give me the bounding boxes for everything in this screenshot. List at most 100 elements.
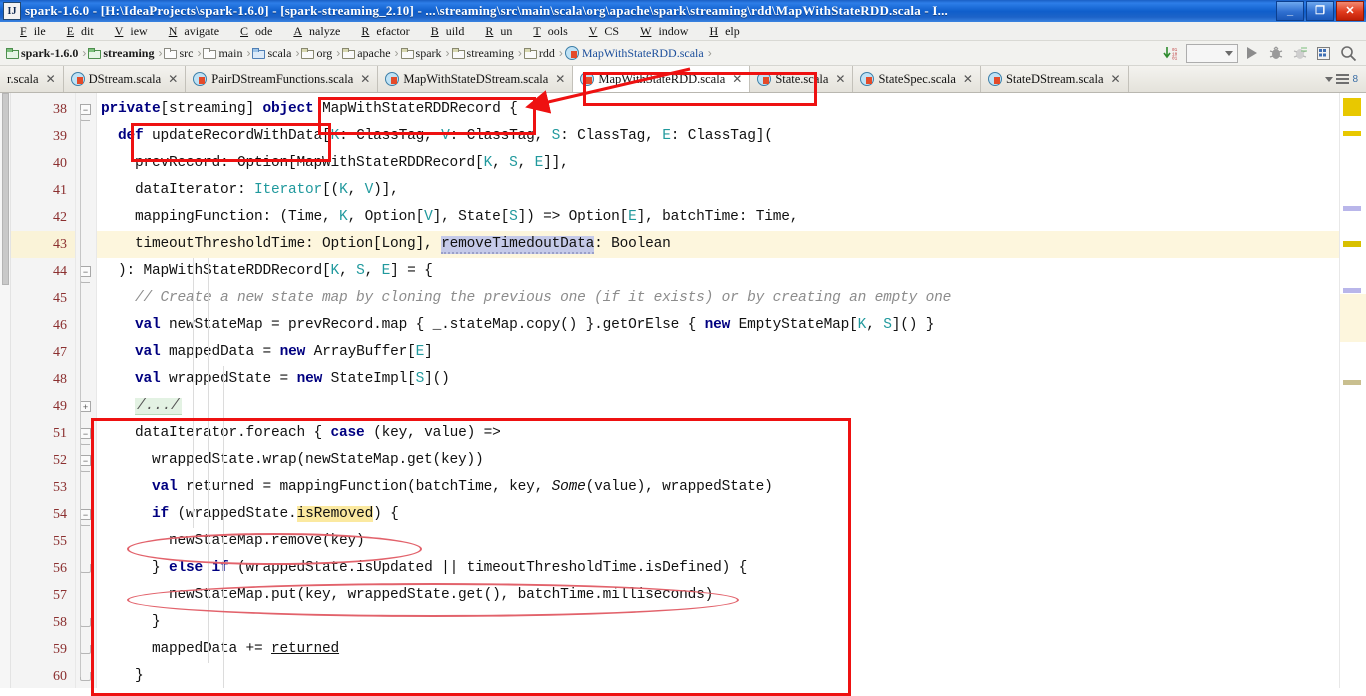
code-line[interactable]: prevRecord: Option[MapWithStateRDDRecord… (101, 150, 569, 177)
warning-stripe[interactable] (1343, 241, 1361, 247)
menu-file[interactable]: File (6, 24, 53, 39)
tab-list-button[interactable]: 8 (1325, 74, 1366, 85)
database-icon[interactable] (1314, 44, 1334, 62)
editor-tab-pairdstreamfunctions-scala[interactable]: PairDStreamFunctions.scala ✕ (186, 66, 379, 92)
menu-help[interactable]: Help (695, 24, 746, 39)
line-number: 59 (53, 642, 67, 657)
editor-tab-dstream-scala[interactable]: DStream.scala ✕ (63, 66, 187, 92)
code-line[interactable]: newStateMap.put(key, wrappedState.get(),… (101, 582, 713, 609)
tab-close-icon[interactable]: ✕ (1111, 72, 1121, 86)
code-token: E (628, 209, 637, 225)
breadcrumb-item-main[interactable]: main (203, 46, 244, 61)
warning-stripe[interactable] (1343, 131, 1361, 136)
fold-region-end-marker[interactable] (80, 672, 91, 681)
tab-close-icon[interactable]: ✕ (555, 72, 565, 86)
fold-collapse-icon[interactable]: − (80, 428, 91, 445)
fold-collapse-icon[interactable]: − (80, 104, 91, 121)
breadcrumb-item-streaming[interactable]: streaming (88, 46, 156, 61)
breadcrumb-item-rdd[interactable]: rdd (523, 46, 557, 61)
code-line[interactable]: if (wrappedState.isRemoved) { (101, 501, 399, 528)
tab-close-icon[interactable]: ✕ (835, 72, 845, 86)
code-line[interactable]: } else if (wrappedState.isUpdated || tim… (101, 555, 747, 582)
editor-tab-r-scala[interactable]: r.scala ✕ (0, 66, 64, 92)
minimize-button[interactable]: _ (1276, 1, 1304, 21)
breadcrumb-item-scala[interactable]: scala (252, 46, 293, 61)
code-token: val (135, 371, 161, 387)
tab-close-icon[interactable]: ✕ (963, 72, 973, 86)
code-line[interactable]: mappedData += returned (101, 636, 339, 663)
search-everywhere-icon[interactable] (1338, 44, 1358, 62)
code-line[interactable]: } (101, 663, 144, 688)
code-line[interactable]: val newStateMap = prevRecord.map { _.sta… (101, 312, 934, 339)
maximize-button[interactable]: ❐ (1306, 1, 1334, 21)
code-line[interactable]: private[streaming] object MapWithStateRD… (101, 96, 518, 123)
breadcrumb-item-streaming[interactable]: streaming (451, 46, 516, 61)
menu-refactor[interactable]: Refactor (347, 24, 416, 39)
breadcrumb-item-src[interactable]: src (164, 46, 195, 61)
vertical-scrollbar-thumb[interactable] (2, 93, 9, 285)
todo-stripe[interactable] (1343, 380, 1361, 385)
editor-tab-mapwithstaterdd-scala[interactable]: MapWithStateRDD.scala ✕ (573, 66, 751, 92)
menu-window[interactable]: Window (626, 24, 695, 39)
code-line[interactable]: mappingFunction: (Time, K, Option[V], St… (101, 204, 798, 231)
breadcrumb-item-mapwithstaterdd-scala[interactable]: MapWithStateRDD.scala (564, 46, 706, 61)
editor-tab-mapwithstatedstream-scala[interactable]: MapWithStateDStream.scala ✕ (378, 66, 574, 92)
debug-icon[interactable] (1266, 44, 1286, 62)
code-line[interactable]: dataIterator: Iterator[(K, V)], (101, 177, 399, 204)
error-stripe-gutter[interactable] (1339, 93, 1366, 688)
menu-navigate[interactable]: Navigate (155, 24, 226, 39)
fold-collapse-icon[interactable]: − (80, 455, 91, 472)
warning-summary-badge[interactable] (1343, 98, 1361, 116)
breadcrumb-item-org[interactable]: org (301, 46, 334, 61)
breadcrumb-item-spark[interactable]: spark (400, 46, 444, 61)
make-project-icon[interactable]: 01 10 01 (1162, 44, 1182, 62)
run-configuration-selector[interactable] (1186, 43, 1238, 63)
occurrence-stripe[interactable] (1343, 206, 1361, 211)
tab-close-icon[interactable]: ✕ (360, 72, 370, 86)
code-line[interactable]: val wrappedState = new StateImpl[S]() (101, 366, 450, 393)
occurrence-stripe[interactable] (1343, 288, 1361, 293)
code-line[interactable]: timeoutThresholdTime: Option[Long], remo… (101, 231, 671, 258)
code-line[interactable]: dataIterator.foreach { case (key, value)… (101, 420, 501, 447)
code-token: : Boolean (594, 236, 671, 252)
close-button[interactable]: ✕ (1336, 1, 1364, 21)
breadcrumb-item-apache[interactable]: apache (342, 46, 392, 61)
code-line[interactable]: wrappedState.wrap(newStateMap.get(key)) (101, 447, 484, 474)
menu-edit[interactable]: Edit (53, 24, 101, 39)
tab-close-icon[interactable]: ✕ (732, 72, 742, 86)
code-line[interactable]: newStateMap.remove(key) (101, 528, 365, 555)
code-line[interactable]: } (101, 609, 161, 636)
tab-close-icon[interactable]: ✕ (46, 72, 56, 86)
fold-region-end-marker[interactable] (80, 645, 91, 654)
menu-view[interactable]: View (101, 24, 155, 39)
menu-run[interactable]: Run (471, 24, 519, 39)
fold-collapse-icon[interactable]: − (80, 509, 91, 526)
editor-tab-statedstream-scala[interactable]: StateDStream.scala ✕ (980, 66, 1129, 92)
code-line[interactable]: val returned = mappingFunction(batchTime… (101, 474, 773, 501)
menu-vcs[interactable]: V CS (575, 24, 626, 39)
menu-tools[interactable]: Tools (519, 24, 574, 39)
code-line[interactable]: // Create a new state map by cloning the… (101, 285, 951, 312)
editor-tab-statespec-scala[interactable]: StateSpec.scala ✕ (853, 66, 981, 92)
run-with-coverage-icon[interactable] (1290, 44, 1310, 62)
fold-region-end-marker[interactable] (80, 564, 91, 573)
breadcrumb-item-spark-1-6-0[interactable]: spark-1.6.0 (6, 46, 80, 61)
code-line[interactable]: /.../ (101, 393, 182, 420)
menu-analyze[interactable]: Analyze (279, 24, 347, 39)
fold-expand-icon[interactable]: + (80, 401, 91, 412)
code-text-area[interactable]: private[streaming] object MapWithStateRD… (97, 93, 1339, 688)
editor-tab-state-scala[interactable]: State.scala ✕ (750, 66, 854, 92)
code-line[interactable]: ): MapWithStateRDDRecord[K, S, E] = { (101, 258, 433, 285)
run-icon[interactable] (1242, 44, 1262, 62)
code-folding-gutter[interactable]: − − + − − − (76, 93, 97, 688)
fold-collapse-icon[interactable]: − (80, 266, 91, 283)
menu-code[interactable]: Code (226, 24, 279, 39)
code-line[interactable]: val mappedData = new ArrayBuffer[E] (101, 339, 433, 366)
code-token: case (330, 425, 365, 441)
tab-close-icon[interactable]: ✕ (168, 72, 178, 86)
code-token: object (262, 101, 314, 117)
menu-build[interactable]: Build (417, 24, 472, 39)
code-line[interactable]: def updateRecordWithData[K: ClassTag, V:… (101, 123, 773, 150)
fold-region-end-marker[interactable] (80, 618, 91, 627)
